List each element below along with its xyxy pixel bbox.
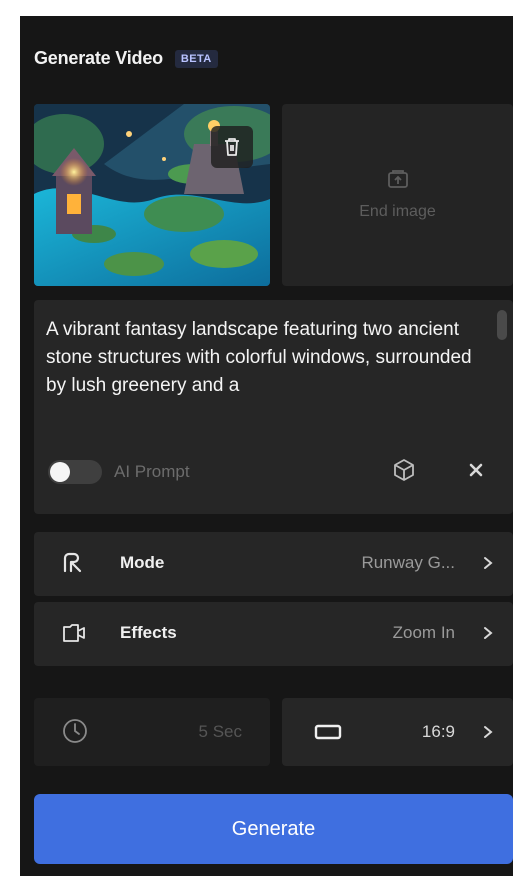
chevron-right-icon xyxy=(484,627,493,639)
effects-setting-row[interactable]: Effects Zoom In xyxy=(34,602,513,666)
prompt-box: A vibrant fantasy landscape featuring tw… xyxy=(34,300,513,514)
mode-value: Runway G... xyxy=(361,553,455,572)
effects-value: Zoom In xyxy=(392,623,455,642)
prompt-scrollbar[interactable] xyxy=(497,310,507,340)
prompt-textarea[interactable]: A vibrant fantasy landscape featuring tw… xyxy=(46,316,486,400)
mode-setting-row[interactable]: Mode Runway G... xyxy=(34,532,513,596)
aspect-ratio-icon xyxy=(314,724,342,740)
toggle-knob xyxy=(50,462,70,482)
ai-prompt-label: AI Prompt xyxy=(114,462,190,481)
delete-image-button[interactable] xyxy=(211,126,253,168)
aspect-ratio-value: 16:9 xyxy=(421,722,455,741)
aspect-ratio-selector[interactable]: 16:9 xyxy=(282,698,513,766)
clear-prompt-icon[interactable] xyxy=(466,460,486,480)
effects-label: Effects xyxy=(120,623,177,642)
page-title: Generate Video xyxy=(34,48,163,68)
generate-button-label: Generate xyxy=(231,817,316,840)
beta-badge: BETA xyxy=(174,49,218,68)
panel-header: Generate Video BETA xyxy=(34,48,218,69)
runway-logo-icon xyxy=(63,552,82,573)
generate-video-panel: Generate Video BETA End image A vibrant … xyxy=(20,16,513,876)
duration-value: 5 Sec xyxy=(198,722,242,741)
duration-selector[interactable]: 5 Sec xyxy=(34,698,270,766)
video-camera-icon xyxy=(63,624,85,642)
end-image-label: End image xyxy=(359,203,436,220)
chevron-right-icon xyxy=(484,726,493,738)
ai-prompt-toggle[interactable] xyxy=(48,460,102,484)
mode-label: Mode xyxy=(120,553,165,572)
trash-icon xyxy=(225,138,239,156)
upload-image-icon xyxy=(387,170,408,188)
clock-icon xyxy=(63,719,87,743)
cube-icon[interactable] xyxy=(392,458,416,482)
start-image-thumbnail[interactable] xyxy=(34,104,270,286)
chevron-right-icon xyxy=(484,557,493,569)
end-image-upload[interactable]: End image xyxy=(282,104,513,286)
generate-button[interactable]: Generate xyxy=(34,794,513,864)
